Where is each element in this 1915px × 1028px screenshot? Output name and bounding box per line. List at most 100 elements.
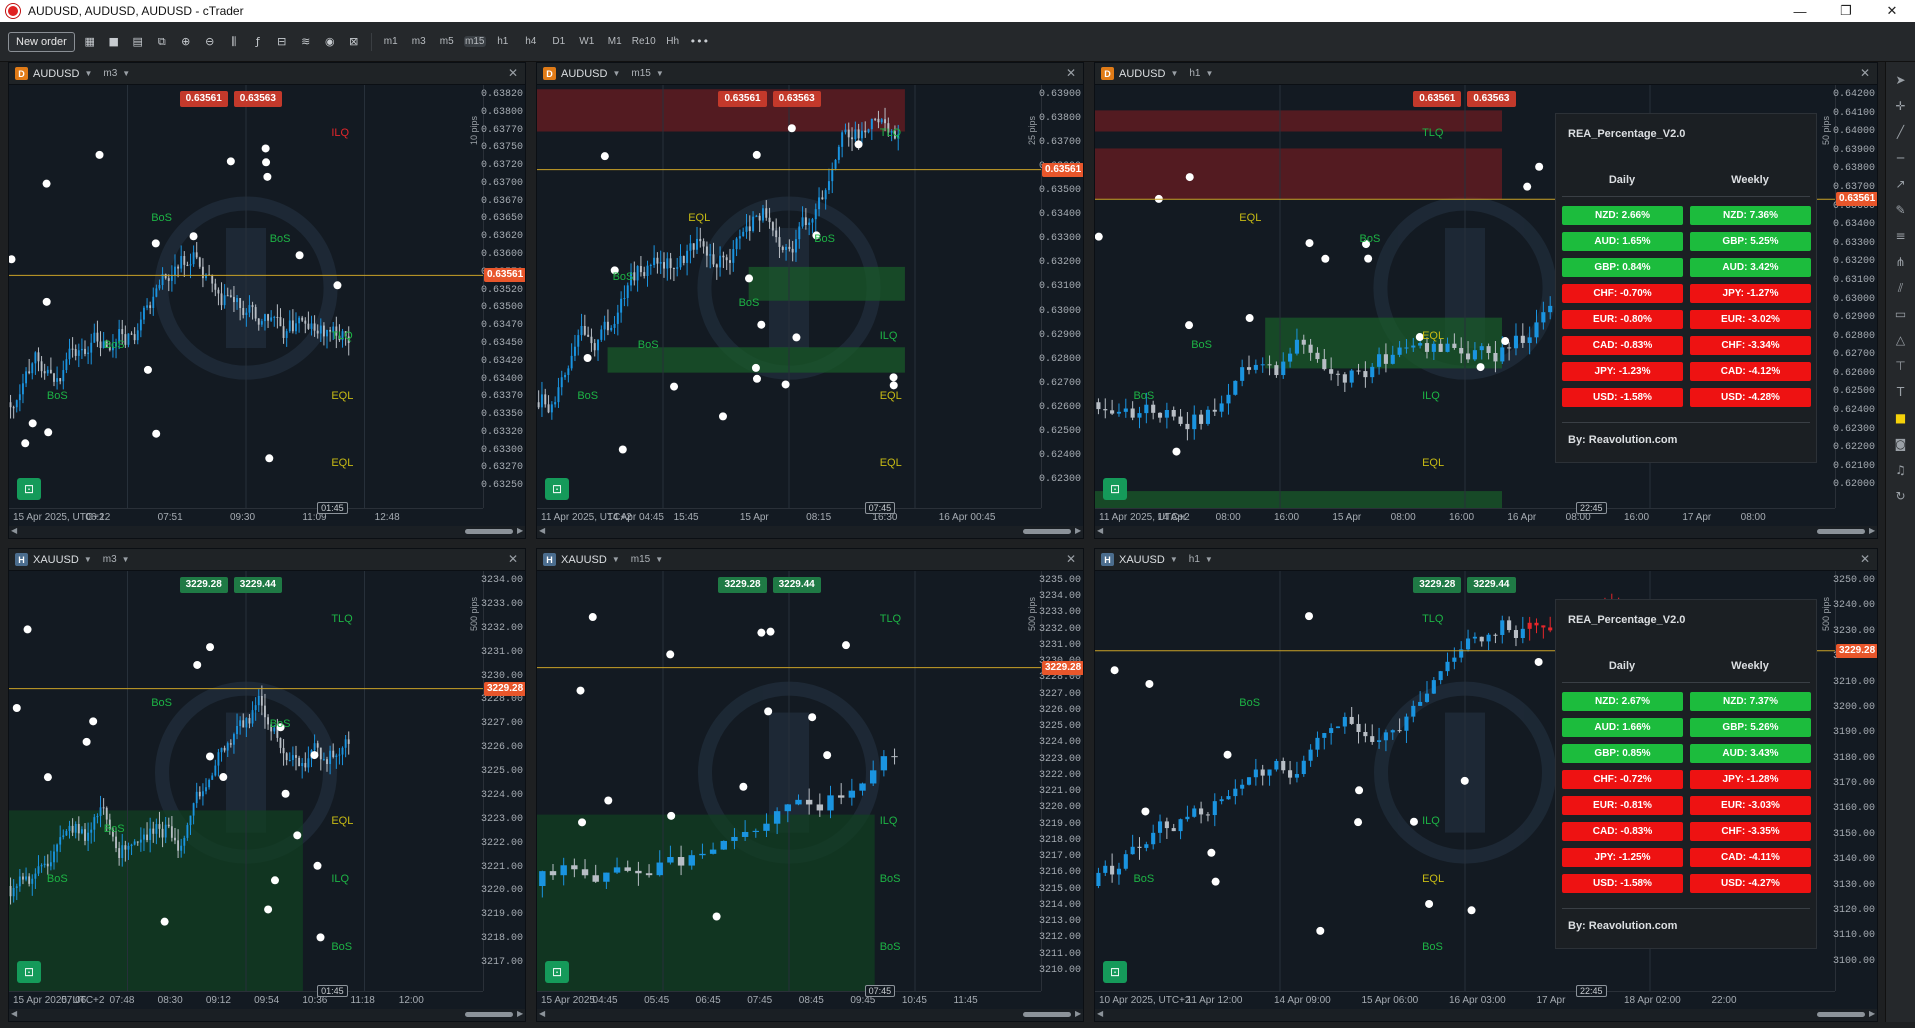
triangle-icon[interactable]: △ bbox=[1892, 332, 1910, 348]
price-axis[interactable]: 0.64200 0.64100 0.64000 0.63900 0.63800 0.637… bbox=[1833, 85, 1877, 508]
channel-icon[interactable]: ⫽ bbox=[1892, 280, 1910, 296]
chevron-down-icon[interactable]: ▼ bbox=[1205, 555, 1213, 564]
zoom-in-icon[interactable]: ⊕ bbox=[177, 32, 195, 52]
pitchfork-icon[interactable]: ⋔ bbox=[1892, 254, 1910, 270]
scroll-left-icon[interactable]: ◀ bbox=[11, 526, 17, 535]
sell-price-button[interactable]: 0.63561 bbox=[1413, 91, 1462, 107]
timeframe-m5[interactable]: m5 bbox=[436, 36, 458, 47]
price-axis[interactable]: 3235.003234.003233.003232.003231.003230.… bbox=[1039, 571, 1083, 991]
timeframe-selector[interactable]: m3 bbox=[103, 554, 117, 565]
chevron-down-icon[interactable]: ▼ bbox=[122, 555, 130, 564]
scrollbar-thumb[interactable] bbox=[465, 1012, 513, 1017]
scroll-left-icon[interactable]: ◀ bbox=[539, 1009, 545, 1018]
more-icon[interactable]: ••• bbox=[690, 32, 709, 52]
cbot-icon[interactable]: ⊟ bbox=[273, 32, 291, 52]
sell-price-button[interactable]: 3229.28 bbox=[718, 577, 767, 593]
horizontal-scrollbar[interactable]: ◀ ▶ bbox=[537, 1009, 1083, 1021]
chevron-down-icon[interactable]: ▼ bbox=[612, 69, 620, 78]
cursor-icon[interactable]: ➤ bbox=[1892, 72, 1910, 88]
note-icon[interactable]: ■ bbox=[1892, 410, 1910, 426]
price-chart[interactable] bbox=[9, 571, 483, 991]
price-axis[interactable]: 3234.00 3233.00 3232.00 3231.00 3230.00 3228.… bbox=[481, 571, 525, 991]
chevron-down-icon[interactable]: ▼ bbox=[84, 69, 92, 78]
price-chart[interactable] bbox=[537, 85, 1041, 508]
close-window-button[interactable]: ✕ bbox=[1869, 0, 1915, 22]
price-axis[interactable]: 3250.003240.003230.003220.003210.003200.… bbox=[1833, 571, 1877, 991]
split-layout-icon[interactable]: ▤ bbox=[129, 32, 147, 52]
templates-icon[interactable]: ⊠ bbox=[345, 32, 363, 52]
scroll-left-icon[interactable]: ◀ bbox=[539, 526, 545, 535]
single-layout-icon[interactable]: ■ bbox=[105, 32, 123, 52]
text-tool-icon[interactable]: ⊤ bbox=[1892, 358, 1910, 374]
price-chart[interactable] bbox=[537, 571, 1041, 991]
fib-icon[interactable]: ≡ bbox=[1892, 228, 1910, 244]
horizontal-scrollbar[interactable]: ◀ ▶ bbox=[1095, 526, 1877, 538]
timeframe-w1[interactable]: W1 bbox=[576, 36, 598, 47]
grid-layout-icon[interactable]: ▦ bbox=[81, 32, 99, 52]
eye-icon[interactable]: ◉ bbox=[321, 32, 339, 52]
scroll-right-icon[interactable]: ▶ bbox=[1075, 526, 1081, 535]
sell-price-button[interactable]: 0.63561 bbox=[179, 91, 228, 107]
symbol-selector[interactable]: AUDUSD bbox=[561, 68, 607, 80]
chevron-down-icon[interactable]: ▼ bbox=[84, 555, 92, 564]
buy-price-button[interactable]: 3229.44 bbox=[772, 577, 821, 593]
symbol-selector[interactable]: AUDUSD bbox=[33, 68, 79, 80]
scroll-right-icon[interactable]: ▶ bbox=[517, 1009, 523, 1018]
chevron-down-icon[interactable]: ▼ bbox=[655, 555, 663, 564]
time-axis[interactable]: 11 Apr 2025, UTC+2 14 Apr 08:00 16:00 15 Apr… bbox=[1095, 508, 1835, 526]
chevron-down-icon[interactable]: ▼ bbox=[1206, 69, 1214, 78]
timeframe-selector[interactable]: m3 bbox=[103, 68, 117, 79]
symbol-selector[interactable]: AUDUSD bbox=[1119, 68, 1165, 80]
scroll-right-icon[interactable]: ▶ bbox=[1869, 526, 1875, 535]
symbol-selector[interactable]: XAUUSD bbox=[33, 554, 79, 566]
buy-price-button[interactable]: 3229.44 bbox=[1467, 577, 1516, 593]
line-tool-icon[interactable]: ╱ bbox=[1892, 124, 1910, 140]
timeframe-mn1[interactable]: M1 bbox=[604, 36, 626, 47]
horizontal-scrollbar[interactable]: ◀ ▶ bbox=[537, 526, 1083, 538]
layers-icon[interactable]: ≋ bbox=[297, 32, 315, 52]
screenshot-icon[interactable]: ⊡ bbox=[545, 478, 569, 500]
close-chart-icon[interactable]: ✕ bbox=[1066, 66, 1076, 80]
price-axis[interactable]: 0.639000.638000.637000.636000.635000.634… bbox=[1039, 85, 1083, 508]
scroll-right-icon[interactable]: ▶ bbox=[1869, 1009, 1875, 1018]
minimize-button[interactable]: — bbox=[1777, 0, 1823, 22]
camera-icon[interactable]: ◙ bbox=[1892, 436, 1910, 452]
close-chart-icon[interactable]: ✕ bbox=[508, 66, 518, 80]
crosshair-icon[interactable]: ✛ bbox=[1892, 98, 1910, 114]
timeframe-renko[interactable]: Re10 bbox=[632, 36, 656, 47]
symbol-selector[interactable]: XAUUSD bbox=[561, 554, 607, 566]
horizontal-scrollbar[interactable]: ◀ ▶ bbox=[9, 526, 525, 538]
time-axis[interactable]: 15 Apr 2025, UTC+2 06:12 07:51 09:30 11:09 12… bbox=[9, 508, 483, 526]
close-chart-icon[interactable]: ✕ bbox=[1860, 552, 1870, 566]
price-axis[interactable]: 0.63820 0.63800 0.63770 0.63750 0.63720 0.637… bbox=[481, 85, 525, 508]
refresh-icon[interactable]: ↻ bbox=[1892, 488, 1910, 504]
sell-price-button[interactable]: 0.63561 bbox=[718, 91, 767, 107]
pen-icon[interactable]: ✎ bbox=[1892, 202, 1910, 218]
close-chart-icon[interactable]: ✕ bbox=[1860, 66, 1870, 80]
timeframe-selector[interactable]: h1 bbox=[1189, 554, 1200, 565]
scrollbar-thumb[interactable] bbox=[1023, 1012, 1071, 1017]
timeframe-h1[interactable]: h1 bbox=[492, 36, 514, 47]
chevron-down-icon[interactable]: ▼ bbox=[122, 69, 130, 78]
scroll-left-icon[interactable]: ◀ bbox=[1097, 526, 1103, 535]
new-order-button[interactable]: New order bbox=[8, 31, 75, 52]
indicators-icon[interactable]: ƒ bbox=[249, 32, 267, 52]
rectangle-icon[interactable]: ▭ bbox=[1892, 306, 1910, 322]
text-icon[interactable]: T bbox=[1892, 384, 1910, 400]
alert-icon[interactable]: ♫ bbox=[1892, 462, 1910, 478]
timeframe-d1[interactable]: D1 bbox=[548, 36, 570, 47]
chevron-down-icon[interactable]: ▼ bbox=[612, 555, 620, 564]
time-axis[interactable]: 15 Apr 2025, UTC+2 07:06 07:48 08:30 09:12 09… bbox=[9, 991, 483, 1009]
sell-price-button[interactable]: 3229.28 bbox=[1413, 577, 1462, 593]
close-chart-icon[interactable]: ✕ bbox=[1066, 552, 1076, 566]
horizontal-scrollbar[interactable]: ◀ ▶ bbox=[1095, 1009, 1877, 1021]
timeframe-m3[interactable]: m3 bbox=[408, 36, 430, 47]
chart-mode-icon[interactable]: ⧉ bbox=[153, 32, 171, 52]
scroll-right-icon[interactable]: ▶ bbox=[1075, 1009, 1081, 1018]
buy-price-button[interactable]: 0.63563 bbox=[1467, 91, 1516, 107]
timeframe-m15[interactable]: m15 bbox=[463, 36, 486, 47]
buy-price-button[interactable]: 0.63563 bbox=[233, 91, 282, 107]
buy-price-button[interactable]: 3229.44 bbox=[233, 577, 282, 593]
chevron-down-icon[interactable]: ▼ bbox=[656, 69, 664, 78]
symbol-selector[interactable]: XAUUSD bbox=[1119, 554, 1165, 566]
